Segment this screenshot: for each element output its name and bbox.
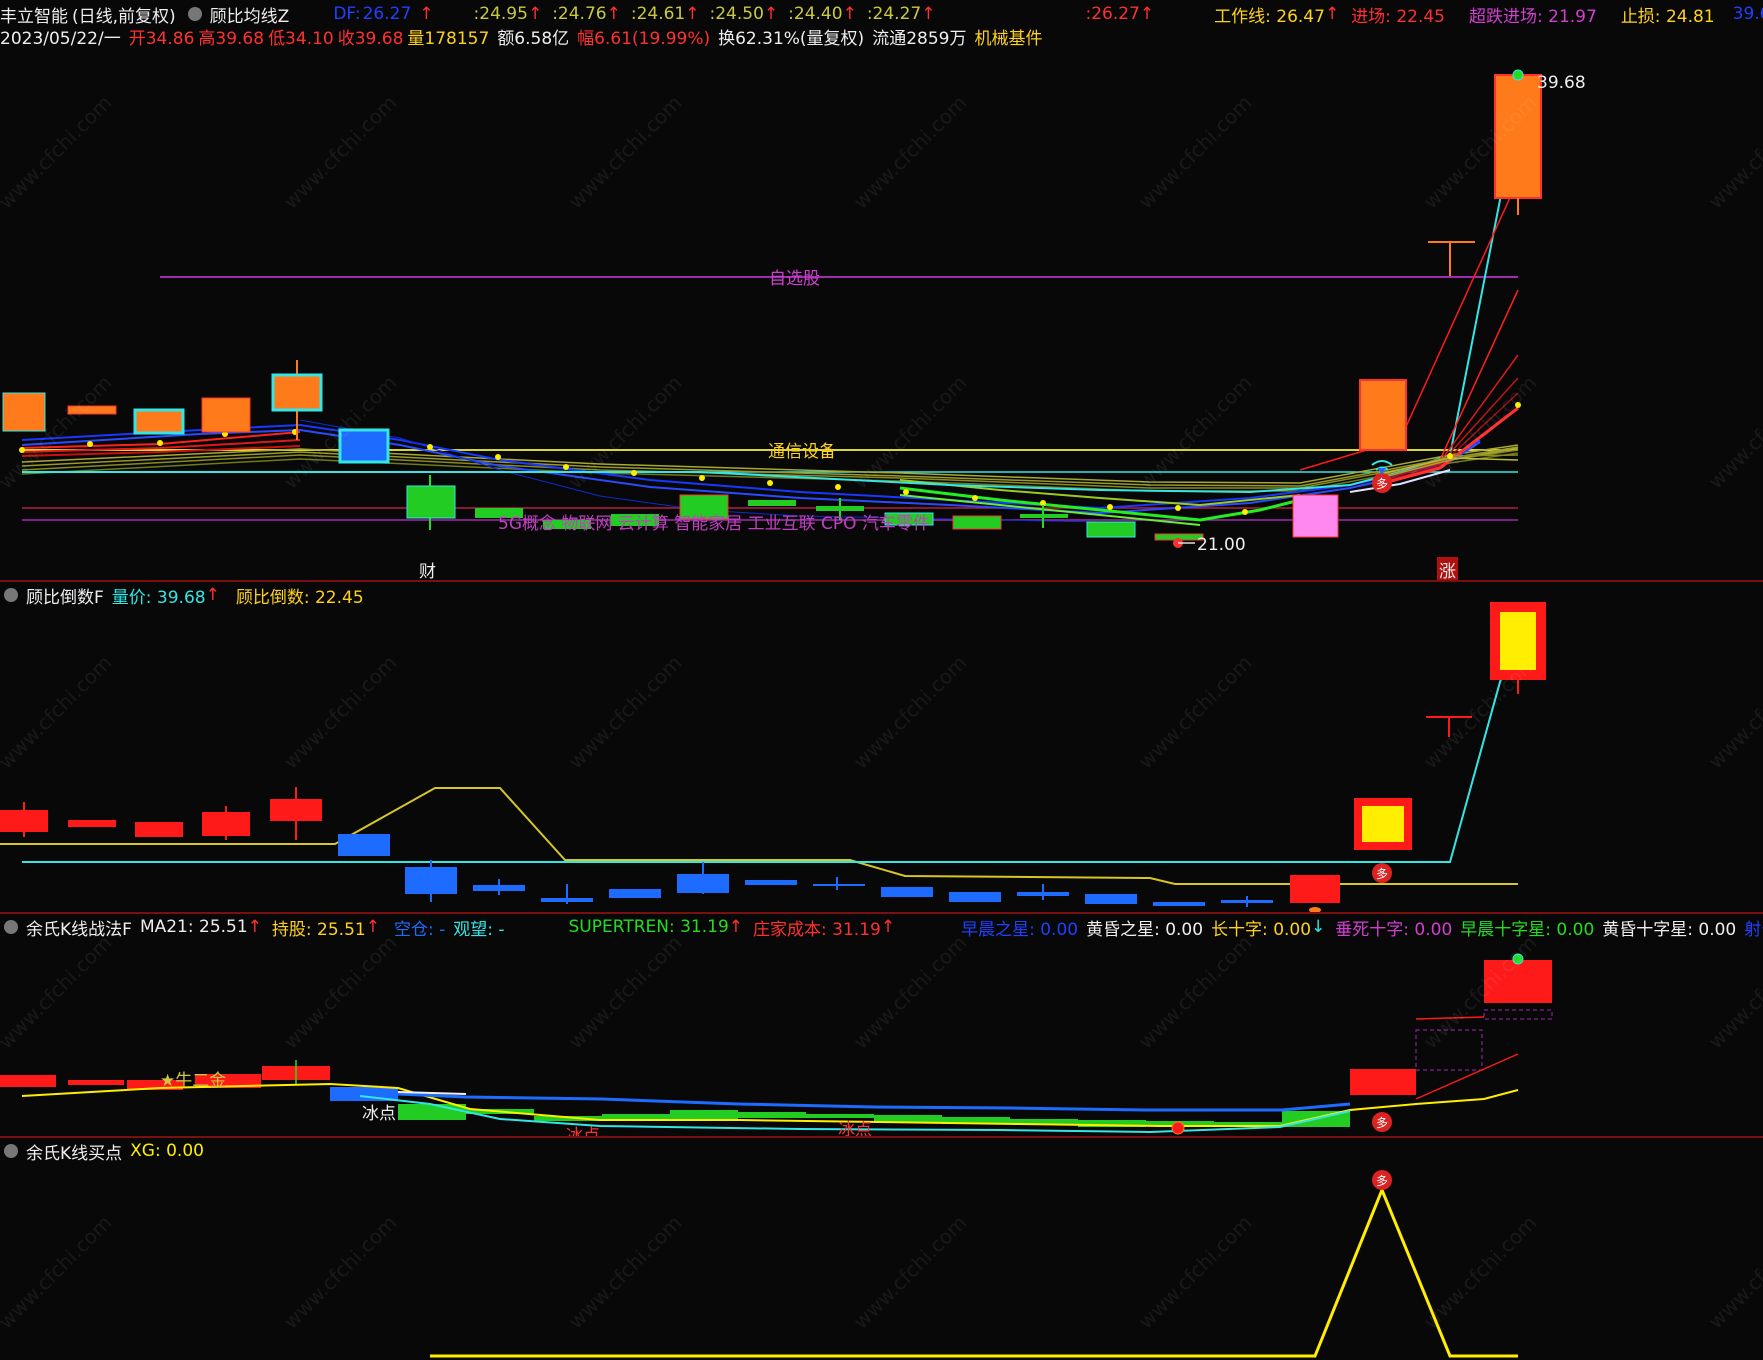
candle bbox=[1020, 514, 1068, 518]
bar bbox=[1490, 602, 1546, 680]
candle bbox=[133, 408, 185, 435]
bar bbox=[670, 1110, 738, 1120]
main-chart-svg[interactable]: 多 bbox=[0, 0, 1763, 580]
ice-point-label: 冰点 bbox=[362, 1104, 396, 1124]
yu-kline-panel[interactable]: 余氏K线战法F MA21: 25.51 ↑ 持股: 25.51 ↑ 空仓: - 观望… bbox=[0, 914, 1763, 1146]
bar bbox=[949, 892, 1001, 902]
green-marker-icon bbox=[1512, 953, 1524, 965]
candle bbox=[952, 515, 1002, 530]
duo-text: 多 bbox=[1376, 867, 1388, 881]
candle bbox=[67, 405, 117, 415]
candle bbox=[1494, 74, 1542, 199]
dashed-box bbox=[1415, 1029, 1483, 1071]
bar bbox=[68, 1080, 124, 1085]
candle bbox=[2, 392, 46, 432]
candle bbox=[406, 485, 456, 519]
bar bbox=[738, 1112, 806, 1118]
high-price-label: 39.68 bbox=[1537, 73, 1586, 93]
bar bbox=[1350, 1069, 1416, 1095]
bar bbox=[68, 820, 116, 827]
candle bbox=[1086, 521, 1136, 538]
bar bbox=[0, 1075, 56, 1087]
bar bbox=[398, 1104, 466, 1120]
xg-signal-line bbox=[430, 1186, 1518, 1358]
bar bbox=[813, 884, 865, 886]
duo-text: 多 bbox=[1376, 1174, 1388, 1188]
bar bbox=[338, 834, 390, 856]
concepts-label: 5G概念 物联网 云计算 智能家居 工业互联 CPO 汽车零件 bbox=[498, 514, 930, 534]
candle bbox=[271, 373, 323, 412]
peak-marker-icon bbox=[1512, 69, 1524, 81]
bar bbox=[745, 880, 797, 885]
niu-label: ★牛二金 bbox=[160, 1071, 227, 1091]
duo-text: 多 bbox=[1376, 1116, 1388, 1130]
cai-label: 财 bbox=[419, 562, 436, 582]
watchlist-label: 自选股 bbox=[769, 269, 820, 289]
candle bbox=[1292, 494, 1339, 538]
gubbi-countdown-panel[interactable]: 顾比倒数F 量价: 39.68 ↑ 顾比倒数: 22.45 多 bbox=[0, 582, 1763, 912]
red-fan-group bbox=[1299, 179, 1519, 486]
red-trend-line bbox=[1415, 1016, 1485, 1020]
bar bbox=[609, 889, 661, 898]
low-price-label: 21.00 bbox=[1197, 535, 1246, 555]
panel3-chart-svg[interactable]: 多 bbox=[0, 914, 1763, 1136]
dashed-box bbox=[1483, 1009, 1553, 1020]
bar bbox=[1290, 875, 1340, 903]
candle bbox=[338, 428, 390, 464]
candle bbox=[1359, 379, 1407, 451]
bar bbox=[1153, 902, 1205, 906]
bar bbox=[881, 887, 933, 897]
candle bbox=[748, 500, 796, 506]
bar bbox=[1484, 960, 1552, 1003]
blue-supertrend-line bbox=[397, 1092, 1351, 1112]
bar bbox=[1085, 894, 1137, 904]
duo-text: 多 bbox=[1376, 477, 1388, 491]
candle bbox=[201, 397, 251, 433]
yu-buy-point-panel[interactable]: 余氏K线买点 XG: 0.00 多 bbox=[0, 1138, 1763, 1360]
bar bbox=[1354, 798, 1412, 850]
red-trend-line bbox=[1415, 1053, 1519, 1100]
panel2-chart-svg[interactable]: 多 bbox=[0, 582, 1763, 912]
bar bbox=[135, 822, 183, 837]
telecom-label: 通信设备 bbox=[768, 442, 836, 462]
candles-group bbox=[2, 74, 1542, 541]
panel4-chart-svg[interactable]: 多 bbox=[0, 1138, 1763, 1360]
red-marker-icon bbox=[1171, 1121, 1185, 1135]
zhang-label: 涨 bbox=[1437, 557, 1458, 582]
main-chart-panel[interactable]: 丰立智能 (日线,前复权) 顾比均线Z DF: 26.27 ↑ :24.95 ↑ … bbox=[0, 0, 1763, 582]
